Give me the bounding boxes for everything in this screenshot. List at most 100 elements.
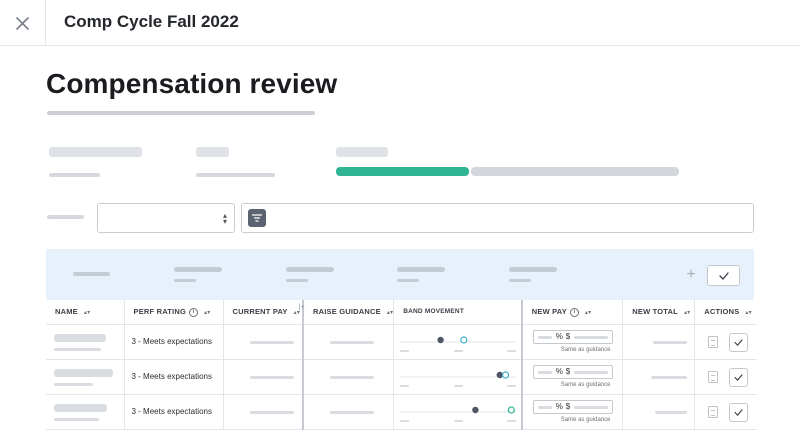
currency-symbol: $ <box>565 401 571 411</box>
info-icon[interactable]: i <box>569 307 579 317</box>
name-cell <box>46 359 125 395</box>
add-icon[interactable]: + <box>683 267 699 283</box>
band-movement-chart <box>400 370 517 387</box>
title-underline-placeholder <box>47 111 315 115</box>
sort-icon[interactable]: ▴▾ <box>684 309 690 316</box>
sort-icon[interactable]: ▴▾ <box>585 309 591 316</box>
name-placeholder <box>54 403 107 412</box>
summary-placeholder <box>286 279 308 282</box>
name-placeholder <box>54 333 106 342</box>
raise-guidance-placeholder <box>330 340 374 344</box>
filter-button[interactable] <box>248 209 266 227</box>
column-header-name[interactable]: Name ▴▾ <box>46 300 125 325</box>
new-total-cell <box>622 394 696 430</box>
band-movement-cell <box>393 394 523 430</box>
summary-band <box>46 249 754 300</box>
raise-guidance-placeholder <box>330 410 374 414</box>
band-max-tick <box>507 349 517 352</box>
new-total-cell <box>622 324 696 360</box>
column-header-raise-guidance[interactable]: Raise guidance ▴▾ <box>303 300 395 325</box>
column-header-band-movement: Band movement <box>393 300 523 325</box>
new-total-placeholder <box>651 375 688 379</box>
search-input[interactable] <box>272 208 742 228</box>
document-icon[interactable] <box>708 335 719 348</box>
percent-symbol: % <box>555 401 563 411</box>
summary-placeholder <box>174 279 196 282</box>
cycle-title: Comp Cycle Fall 2022 <box>64 12 239 31</box>
sort-icon[interactable]: ▴▾ <box>387 309 393 316</box>
perf-rating-cell: 3 - Meets expectations <box>124 324 224 360</box>
new-total-placeholder <box>653 340 688 344</box>
band-movement-chart <box>400 335 517 352</box>
new-total-cell <box>622 359 696 395</box>
column-header-current-pay[interactable]: Current pay ▴▾ |+ <box>223 300 305 325</box>
current-pay-placeholder <box>249 340 294 344</box>
table-row[interactable]: 3 - Meets expectations % $ Same as guida… <box>46 359 757 395</box>
title-placeholder <box>54 382 93 386</box>
new-pay-input[interactable]: % $ <box>532 329 613 344</box>
group-select[interactable]: ▴ ▾ <box>97 203 235 233</box>
raise-guidance-cell <box>303 359 395 395</box>
band-current-dot <box>437 336 445 343</box>
approve-row-button[interactable] <box>729 402 749 422</box>
percent-value-placeholder <box>537 335 552 339</box>
perf-rating: 3 - Meets expectations <box>131 372 212 381</box>
progress-label-placeholder <box>336 147 388 157</box>
guidance-note: Same as guidance <box>560 381 611 388</box>
raise-guidance-cell <box>303 394 395 430</box>
approve-row-button[interactable] <box>729 367 749 387</box>
current-pay-cell <box>223 324 304 360</box>
column-header-new-pay[interactable]: New pay i ▴▾ <box>521 300 624 325</box>
table-row[interactable]: 3 - Meets expectations % $ Same as guida… <box>46 394 757 430</box>
info-icon[interactable]: i <box>188 307 198 317</box>
new-pay-cell: % $ Same as guidance <box>521 324 624 360</box>
band-min-tick <box>400 384 410 387</box>
page-title: Compensation review <box>46 68 338 99</box>
band-min-tick <box>400 349 410 352</box>
new-pay-input[interactable]: % $ <box>532 364 613 379</box>
check-icon <box>734 408 743 416</box>
guidance-note: Same as guidance <box>560 346 611 353</box>
band-new-dot <box>502 370 510 379</box>
sort-icon[interactable]: ▴▾ <box>84 309 90 316</box>
band-movement-cell <box>393 324 523 360</box>
band-mid-tick <box>454 419 464 422</box>
column-header-perf-rating[interactable]: Perf rating i ▴▾ <box>124 300 224 325</box>
band-movement-cell <box>393 359 523 395</box>
amount-value-placeholder <box>573 405 608 409</box>
raise-guidance-placeholder <box>330 375 374 379</box>
currency-symbol: $ <box>565 366 571 376</box>
check-icon <box>718 271 729 280</box>
stat-label-placeholder <box>49 147 142 157</box>
approve-all-button[interactable] <box>707 265 740 286</box>
currency-symbol: $ <box>565 331 571 341</box>
summary-placeholder <box>509 279 531 282</box>
summary-placeholder <box>397 267 445 272</box>
sort-icon[interactable]: ▴▾ <box>745 309 751 316</box>
new-pay-cell: % $ Same as guidance <box>521 394 624 430</box>
percent-value-placeholder <box>537 405 552 409</box>
summary-placeholder <box>286 267 334 272</box>
amount-value-placeholder <box>573 370 608 374</box>
close-button[interactable] <box>0 0 46 46</box>
table-row[interactable]: 3 - Meets expectations % $ Same as guida… <box>46 324 757 360</box>
search-field[interactable] <box>241 203 754 233</box>
perf-rating-cell: 3 - Meets expectations <box>124 359 224 395</box>
new-pay-input[interactable]: % $ <box>532 399 613 414</box>
summary-placeholder <box>73 272 110 276</box>
current-pay-placeholder <box>249 410 294 414</box>
document-icon[interactable] <box>708 405 719 418</box>
sort-icon[interactable]: ▴▾ <box>204 309 210 316</box>
document-icon[interactable] <box>708 370 719 383</box>
current-pay-cell <box>223 359 304 395</box>
column-header-new-total[interactable]: New total ▴▾ <box>622 300 696 325</box>
amount-value-placeholder <box>573 335 608 339</box>
summary-placeholder <box>174 267 222 272</box>
filter-label-placeholder <box>47 215 84 219</box>
perf-rating: 3 - Meets expectations <box>131 337 212 346</box>
new-pay-cell: % $ Same as guidance <box>521 359 624 395</box>
band-movement-chart <box>400 405 517 422</box>
progress-completed-bar <box>336 167 469 176</box>
stat-value-placeholder <box>49 173 100 177</box>
approve-row-button[interactable] <box>729 332 749 352</box>
